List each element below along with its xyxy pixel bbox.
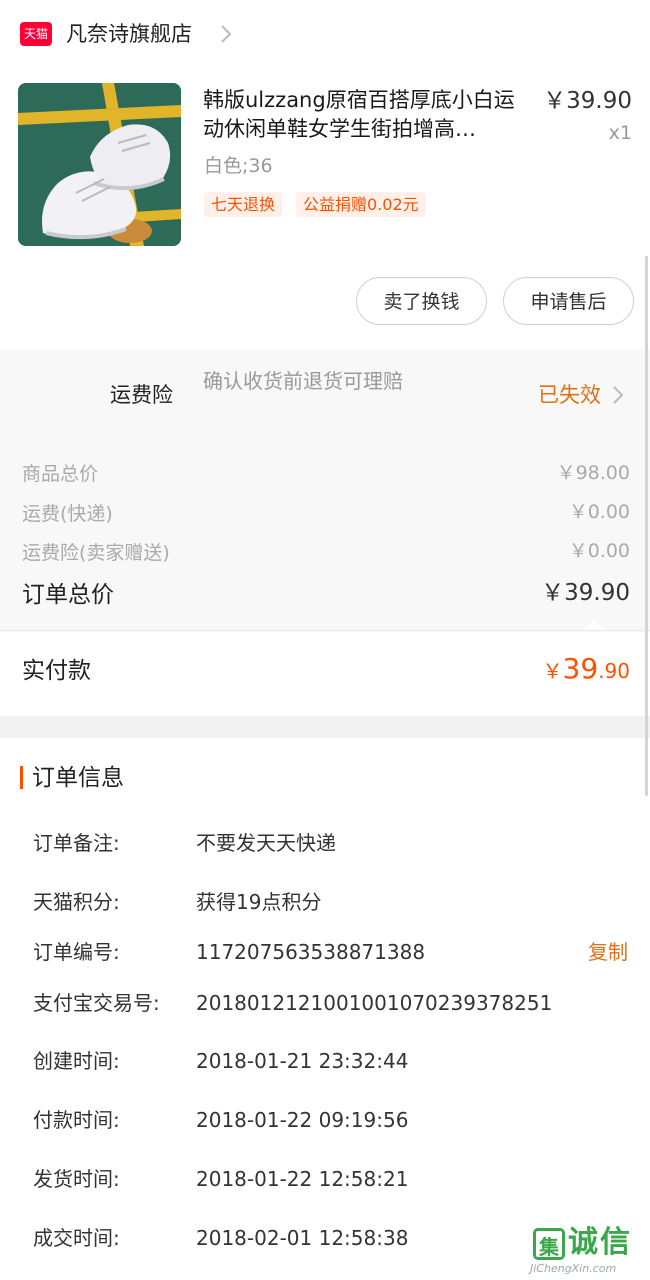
chevron-right-icon[interactable] [610, 382, 626, 408]
order-total-value: ￥39.90 [541, 580, 630, 606]
shipped-time-value: 2018-01-22 12:58:21 [196, 1167, 409, 1191]
watermark-logo: 集 [533, 1228, 565, 1260]
insurance-fee-label: 运费险(卖家赠送) [22, 542, 170, 564]
shipped-time-label: 发货时间: [33, 1167, 120, 1191]
tmall-points-label: 天猫积分: [33, 890, 120, 914]
watermark-text: 诚信 [568, 1225, 632, 1260]
order-info-title: 订单信息 [32, 765, 124, 791]
order-note-label: 订单备注: [33, 831, 120, 855]
completed-time-label: 成交时间: [33, 1226, 120, 1250]
alipay-trade-value: 20180121210010010702393782​51 [196, 991, 553, 1015]
shipping-insurance-status[interactable]: 已失效 [538, 380, 601, 410]
return-policy-tag: 七天退换 [204, 192, 283, 217]
tmall-logo: 天猫 [20, 22, 52, 46]
paid-time-label: 付款时间: [33, 1108, 120, 1132]
shipping-insurance-label: 运费险 [110, 383, 173, 407]
order-note-value: 不要发天天快递 [196, 831, 336, 855]
product-variant: 白色;36 [204, 155, 273, 177]
alipay-trade-label: 支付宝交易号: [33, 991, 160, 1015]
order-number-label: 订单编号: [33, 940, 120, 964]
divider-notch [583, 619, 605, 630]
created-time-value: 2018-01-21 23:32:44 [196, 1049, 409, 1073]
tmall-points-value: 获得19点积分 [196, 890, 322, 914]
product-quantity: x1 [608, 122, 632, 144]
divider [0, 630, 650, 631]
amount-paid-label: 实付款 [22, 658, 91, 684]
chevron-right-icon[interactable] [216, 22, 236, 46]
amount-paid-decimal: .90 [598, 659, 630, 683]
product-thumbnail[interactable] [18, 83, 181, 246]
amount-paid-value: ￥39.90 [543, 652, 630, 685]
watermark-url: JiChengXin.com [530, 1262, 617, 1275]
shipping-insurance-description: 确认收货前退货可理赔 [203, 369, 403, 393]
insurance-fee-value: ￥0.00 [568, 540, 630, 562]
order-total-label: 订单总价 [22, 582, 114, 608]
created-time-label: 创建时间: [33, 1049, 120, 1073]
product-image [18, 83, 181, 246]
section-accent-bar [20, 766, 23, 789]
amount-paid-currency: ￥ [542, 659, 563, 683]
store-name[interactable]: 凡奈诗旗舰店 [66, 20, 192, 48]
goods-total-value: ￥98.00 [556, 462, 630, 484]
amount-paid-integer: 39 [562, 652, 599, 685]
sell-for-cash-button[interactable]: 卖了换钱 [356, 277, 487, 325]
section-separator [0, 716, 650, 738]
copy-order-number-button[interactable]: 复制 [588, 938, 628, 966]
product-price: ￥39.90 [543, 88, 632, 114]
after-sale-button[interactable]: 申请售后 [503, 277, 634, 325]
paid-time-value: 2018-01-22 09:19:56 [196, 1108, 409, 1132]
shipping-fee-label: 运费(快递) [22, 503, 113, 525]
product-title[interactable]: 韩版ulzzang原宿百搭厚底小白运动休闲单鞋女学生街拍增高… [203, 86, 533, 144]
goods-total-label: 商品总价 [22, 463, 99, 485]
scrollbar[interactable] [645, 256, 648, 796]
completed-time-value: 2018-02-01 12:58:38 [196, 1226, 409, 1250]
charity-tag: 公益捐赠0.02元 [296, 192, 426, 217]
shipping-fee-value: ￥0.00 [568, 501, 630, 523]
order-number-value: 117207563538871388 [196, 940, 426, 964]
